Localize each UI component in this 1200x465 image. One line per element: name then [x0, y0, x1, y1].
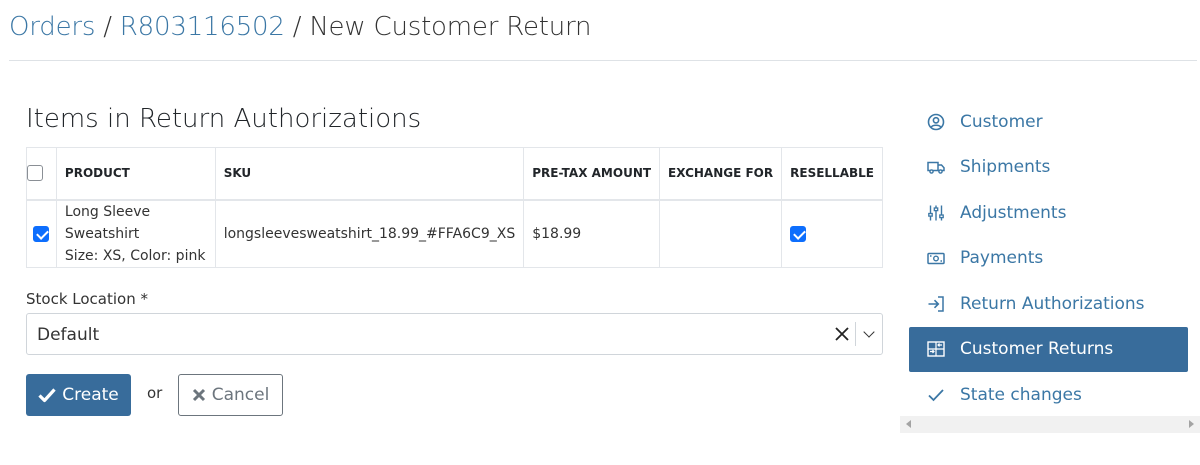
sidebar-item-label: Adjustments — [960, 202, 1067, 223]
select-all-checkbox[interactable] — [27, 165, 43, 182]
sliders-icon — [927, 204, 945, 222]
checkmark-icon — [38, 388, 56, 403]
sidebar-item-shipments[interactable]: Shipments — [909, 145, 1188, 191]
stock-location-select[interactable]: Default — [26, 313, 883, 355]
column-header-sku: SKU — [214, 147, 525, 201]
sidebar-item-customer[interactable]: Customer — [909, 99, 1188, 145]
column-header-resellable: RESELLABLE — [781, 147, 883, 201]
cash-icon — [927, 249, 945, 267]
pre-tax-amount-cell: $18.99 — [523, 199, 661, 268]
return-items-table: PRODUCT SKU PRE-TAX AMOUNT EXCHANGE FOR … — [26, 147, 883, 268]
sidebar-horizontal-scrollbar[interactable] — [900, 416, 1200, 433]
sidebar-item-label: Return Authorizations — [960, 293, 1145, 314]
truck-icon — [927, 158, 945, 176]
sidebar-item-label: Payments — [960, 248, 1044, 269]
sidebar-item-payments[interactable]: Payments — [909, 236, 1188, 282]
sidebar-item-state-changes[interactable]: State changes — [909, 372, 1188, 418]
create-button-label: Create — [62, 385, 119, 405]
or-text: or — [147, 384, 163, 402]
scroll-right-arrow-icon[interactable] — [1189, 420, 1194, 428]
sidebar-item-label: Customer — [960, 111, 1043, 132]
sidebar-item-label: Shipments — [960, 157, 1051, 178]
order-sidebar-nav: Customer Shipments Adjustments Payments … — [909, 99, 1188, 418]
sidebar-item-customer-returns[interactable]: Customer Returns — [909, 326, 1188, 372]
user-circle-icon — [927, 113, 945, 131]
breadcrumb-current: New Customer Return — [309, 12, 592, 42]
sidebar-item-label: Customer Returns — [960, 339, 1114, 360]
cancel-button-label: Cancel — [211, 385, 270, 405]
sidebar-item-return-authorizations[interactable]: Return Authorizations — [909, 281, 1188, 327]
product-name: Long Sleeve Sweatshirt — [64, 203, 151, 242]
row-select-cell — [26, 199, 57, 268]
product-variant: Size: XS, Color: pink — [64, 247, 206, 264]
breadcrumb-separator: / — [103, 12, 112, 42]
exchange-for-cell[interactable] — [659, 199, 783, 268]
cancel-button[interactable]: Cancel — [178, 374, 283, 416]
stock-location-value: Default — [37, 325, 100, 345]
column-header-product: PRODUCT — [55, 147, 216, 201]
header-divider — [9, 60, 1197, 61]
stock-location-label: Stock Location * — [26, 290, 148, 308]
breadcrumb-orders-link[interactable]: Orders — [9, 12, 95, 42]
product-cell: Long Sleeve Sweatshirt Size: XS, Color: … — [55, 199, 216, 268]
chevron-down-icon[interactable] — [856, 314, 882, 354]
resellable-cell — [781, 199, 883, 268]
section-title: Items in Return Authorizations — [26, 104, 422, 134]
sku-cell: longsleevesweatshirt_18.99_#FFA6C9_XS — [214, 199, 525, 268]
resellable-checkbox[interactable] — [790, 225, 807, 242]
breadcrumb-separator: / — [292, 12, 302, 42]
row-select-checkbox[interactable] — [33, 225, 50, 242]
check-icon — [927, 386, 945, 404]
scroll-left-arrow-icon[interactable] — [906, 420, 911, 428]
table-row: Long Sleeve Sweatshirt Size: XS, Color: … — [26, 199, 883, 268]
column-header-pre-tax-amount: PRE-TAX AMOUNT — [523, 147, 661, 201]
select-all-cell — [26, 147, 57, 201]
create-button[interactable]: Create — [26, 374, 131, 416]
breadcrumb-order-link[interactable]: R803116502 — [120, 12, 285, 42]
breadcrumb: Orders / R803116502/New Customer Return — [9, 12, 592, 42]
return-icon — [927, 295, 945, 313]
table-header-row: PRODUCT SKU PRE-TAX AMOUNT EXCHANGE FOR … — [26, 147, 883, 201]
customer-returns-icon — [927, 340, 945, 358]
close-icon — [192, 388, 205, 402]
sidebar-item-adjustments[interactable]: Adjustments — [909, 190, 1188, 236]
clear-selection-icon[interactable] — [830, 314, 854, 354]
column-header-exchange-for: EXCHANGE FOR — [659, 147, 783, 201]
sidebar-item-label: State changes — [960, 384, 1082, 405]
